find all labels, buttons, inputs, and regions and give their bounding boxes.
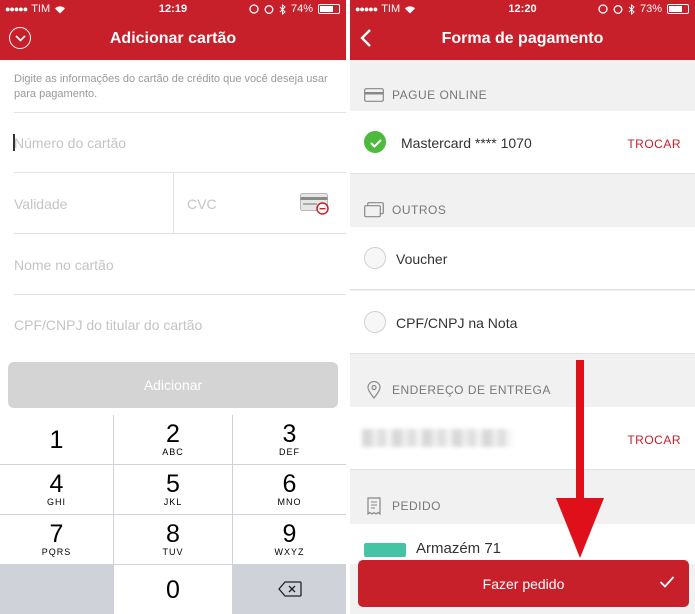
section-label: OUTROS <box>392 203 447 217</box>
key-digit: 9 <box>282 520 297 548</box>
section-order: PEDIDO <box>350 471 695 521</box>
section-others: OUTROS <box>350 175 695 225</box>
cvc-card-icon <box>300 193 329 215</box>
change-card-link[interactable]: TROCAR <box>627 137 681 151</box>
key-letters: TUV <box>162 547 184 557</box>
section-address: ENDEREÇO DE ENTREGA <box>350 355 695 405</box>
section-label: PEDIDO <box>392 499 442 513</box>
numeric-keypad: 1 2 ABC 3 DEF 4 GHI 5 JKL 6 MNO 7 PQRS 8 TUV 9 WXYZ 0 <box>0 415 346 614</box>
battery-percent: 74% <box>290 3 313 15</box>
key-digit: 0 <box>166 576 180 604</box>
key-digit: 5 <box>166 470 180 498</box>
validity-input[interactable]: Validade <box>14 196 67 212</box>
change-address-link[interactable]: TROCAR <box>627 433 681 447</box>
key-digit: 7 <box>49 520 64 548</box>
battery-icon <box>667 4 689 14</box>
bluetooth-icon <box>628 3 635 15</box>
cpf-note-row[interactable]: CPF/CNPJ na Nota <box>350 291 695 354</box>
key-2[interactable]: 2 ABC <box>114 415 232 464</box>
key-3[interactable]: 3 DEF <box>233 415 346 464</box>
key-letters: GHI <box>46 497 66 507</box>
card-number-input[interactable]: Número do cartão <box>14 135 126 151</box>
section-online: PAGUE ONLINE <box>350 60 695 110</box>
alarm-icon <box>613 5 623 14</box>
cvc-input[interactable]: CVC <box>187 196 217 212</box>
card-icon <box>364 88 384 102</box>
divider <box>14 294 346 295</box>
section-label: PAGUE ONLINE <box>392 88 488 102</box>
add-button[interactable]: Adicionar <box>8 362 338 408</box>
key-7[interactable]: 7 PQRS <box>0 515 113 564</box>
key-letters: WXYZ <box>274 547 305 557</box>
annotation-arrow <box>556 360 604 558</box>
nav-bar: ●●●●● TIM 12:20 73% Forma de pagamento <box>350 0 695 60</box>
cpf-note-label: CPF/CNPJ na Nota <box>396 315 518 331</box>
page-title: Adicionar cartão <box>109 30 237 47</box>
divider <box>14 233 346 234</box>
battery-percent: 73% <box>639 3 662 15</box>
divider <box>14 112 346 113</box>
cpf-input[interactable]: CPF/CNPJ do titular do cartão <box>14 317 202 333</box>
card-label: Mastercard **** 1070 <box>401 135 532 151</box>
address-row[interactable]: TROCAR <box>350 407 695 470</box>
battery-icon <box>318 4 340 14</box>
backspace-icon <box>277 581 302 597</box>
alarm-icon <box>264 5 274 14</box>
intro-text: Digite as informações do cartão de crédi… <box>14 73 328 100</box>
radio-button[interactable] <box>364 247 386 269</box>
payment-card-row[interactable]: Mastercard **** 1070 TROCAR <box>350 111 695 174</box>
add-card-screen: ●●●●● TIM 12:19 74% Adicionar cartão Dig… <box>0 0 346 614</box>
page-title: Forma de pagamento <box>441 30 604 47</box>
key-9[interactable]: 9 WXYZ <box>233 515 346 564</box>
location-pin-icon <box>367 381 381 399</box>
store-logo-icon <box>364 543 406 557</box>
lock-rotation-icon <box>249 4 259 14</box>
check-icon <box>659 576 675 588</box>
key-digit: 8 <box>166 520 180 548</box>
empty-key <box>0 564 113 614</box>
key-digit: 1 <box>49 425 64 454</box>
store-name: Armazém 71 <box>416 540 502 557</box>
radio-button[interactable] <box>364 311 386 333</box>
lock-rotation-icon <box>598 4 608 14</box>
payment-method-screen: ●●●●● TIM 12:20 73% Forma de pagamento P… <box>350 0 695 614</box>
key-digit: 3 <box>282 420 297 448</box>
bluetooth-icon <box>279 3 286 15</box>
order-row: Armazém 71 <box>350 524 695 564</box>
key-letters: ABC <box>162 447 184 457</box>
receipt-icon <box>367 497 381 515</box>
key-digit: 4 <box>49 470 64 498</box>
key-letters: DEF <box>279 447 300 457</box>
key-5[interactable]: 5 JKL <box>114 465 232 514</box>
divider <box>14 172 346 173</box>
status-bar: ●●●●● TIM 12:20 73% <box>350 0 695 20</box>
place-order-label: Fazer pedido <box>482 575 565 592</box>
divider <box>173 173 174 233</box>
section-label: ENDEREÇO DE ENTREGA <box>392 383 551 397</box>
blurred-address <box>362 429 512 447</box>
key-8[interactable]: 8 TUV <box>114 515 232 564</box>
key-6[interactable]: 6 MNO <box>233 465 346 514</box>
key-1[interactable]: 1 <box>0 415 113 464</box>
key-digit: 2 <box>166 420 180 448</box>
key-digit: 6 <box>282 470 297 498</box>
key-4[interactable]: 4 GHI <box>0 465 113 514</box>
selected-check-icon <box>364 131 386 153</box>
voucher-label: Voucher <box>396 251 448 267</box>
cards-stack-icon <box>364 202 384 218</box>
key-letters: JKL <box>163 497 183 507</box>
place-order-button[interactable]: Fazer pedido <box>358 560 689 607</box>
key-letters: PQRS <box>41 547 72 557</box>
key-0[interactable]: 0 <box>114 565 232 614</box>
nav-bar: ●●●●● TIM 12:19 74% Adicionar cartão <box>0 0 346 60</box>
status-bar: ●●●●● TIM 12:19 74% <box>0 0 346 20</box>
name-input[interactable]: Nome no cartão <box>14 257 114 273</box>
key-letters: MNO <box>277 497 302 507</box>
voucher-row[interactable]: Voucher <box>350 227 695 290</box>
backspace-key[interactable] <box>233 564 346 614</box>
